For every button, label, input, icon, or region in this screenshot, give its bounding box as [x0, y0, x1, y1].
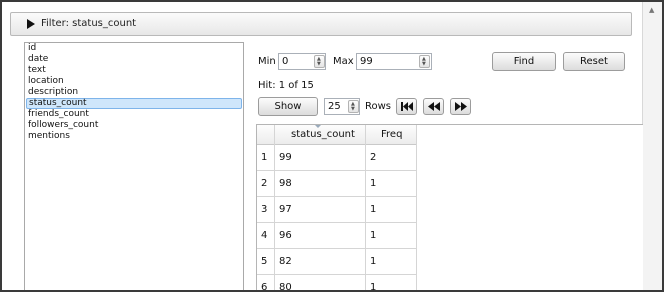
max-spinner[interactable]: ▲ ▼: [419, 55, 430, 68]
rows-spinner[interactable]: ▲ ▼: [348, 100, 359, 113]
first-page-button[interactable]: [396, 98, 417, 115]
row-number: 5: [261, 256, 268, 267]
max-label: Max: [333, 56, 354, 67]
min-spinner[interactable]: ▲ ▼: [314, 55, 325, 68]
status-count-cell: 96: [279, 230, 292, 241]
show-button[interactable]: Show: [258, 97, 318, 116]
rows-label: Rows: [365, 101, 392, 112]
previous-page-button[interactable]: [423, 98, 444, 115]
hit-count: Hit: 1 of 15: [258, 80, 314, 91]
scroll-up-arrow-icon[interactable]: ▲: [649, 6, 654, 14]
column-item-text[interactable]: text: [25, 65, 243, 76]
status-count-cell: 97: [279, 204, 292, 215]
column-divider: [416, 125, 417, 290]
row-number: 4: [261, 230, 268, 241]
rows-field[interactable]: ▲ ▼: [324, 98, 360, 115]
table-row[interactable]: 6 80 1: [257, 275, 417, 292]
filter-panel: Filter: status_count ▲ id date text loca…: [0, 0, 664, 292]
freq-cell: 1: [370, 230, 377, 241]
column-item-id[interactable]: id: [25, 43, 243, 54]
frequency-table: status_count Freq 1 99 2 2 98 1 3 97 1 4…: [256, 124, 643, 292]
reset-button[interactable]: Reset: [563, 52, 625, 71]
row-number: 6: [261, 282, 268, 292]
min-field[interactable]: ▲ ▼: [278, 53, 326, 70]
column-divider: [274, 125, 275, 290]
column-list[interactable]: id date text location description status…: [24, 42, 244, 290]
freq-cell: 1: [370, 282, 377, 292]
column-header-freq[interactable]: Freq: [381, 129, 402, 140]
table-row[interactable]: 5 82 1: [257, 249, 417, 275]
freq-cell: 1: [370, 256, 377, 267]
table-row[interactable]: 2 98 1: [257, 171, 417, 197]
column-item-location[interactable]: location: [25, 76, 243, 87]
row-number: 3: [261, 204, 268, 215]
vertical-scrollbar[interactable]: ▲: [642, 2, 662, 290]
column-item-date[interactable]: date: [25, 54, 243, 65]
freq-cell: 2: [370, 152, 377, 163]
status-count-cell: 82: [279, 256, 292, 267]
freq-cell: 1: [370, 178, 377, 189]
column-item-description[interactable]: description: [25, 87, 243, 98]
column-item-friends-count[interactable]: friends_count: [25, 109, 243, 120]
max-input[interactable]: [357, 54, 396, 69]
row-number: 1: [261, 152, 268, 163]
column-divider: [365, 125, 366, 290]
status-count-cell: 99: [279, 152, 292, 163]
filter-title: Filter: status_count: [41, 18, 137, 29]
filter-header[interactable]: Filter: status_count: [10, 12, 632, 36]
status-count-cell: 98: [279, 178, 292, 189]
sort-indicator-icon: [315, 125, 321, 128]
column-item-status-count[interactable]: status_count: [26, 98, 242, 109]
rows-input[interactable]: [325, 99, 350, 114]
collapse-triangle-icon[interactable]: [27, 19, 35, 29]
first-page-icon: [401, 102, 413, 111]
fast-forward-icon: [455, 102, 467, 111]
table-row[interactable]: 3 97 1: [257, 197, 417, 223]
column-item-mentions[interactable]: mentions: [25, 131, 243, 142]
find-button[interactable]: Find: [492, 52, 556, 71]
spin-down-icon[interactable]: ▼: [317, 62, 321, 67]
next-page-button[interactable]: [450, 98, 471, 115]
spin-down-icon[interactable]: ▼: [422, 62, 426, 67]
column-header-status-count[interactable]: status_count: [291, 129, 355, 140]
status-count-cell: 80: [279, 282, 292, 292]
spin-down-icon[interactable]: ▼: [351, 107, 355, 112]
min-label: Min: [258, 56, 276, 67]
row-number: 2: [261, 178, 268, 189]
min-input[interactable]: [279, 54, 318, 69]
rewind-icon: [428, 102, 440, 111]
column-item-followers-count[interactable]: followers_count: [25, 120, 243, 131]
table-row[interactable]: 4 96 1: [257, 223, 417, 249]
freq-cell: 1: [370, 204, 377, 215]
table-row[interactable]: 1 99 2: [257, 145, 417, 171]
max-field[interactable]: ▲ ▼: [356, 53, 432, 70]
